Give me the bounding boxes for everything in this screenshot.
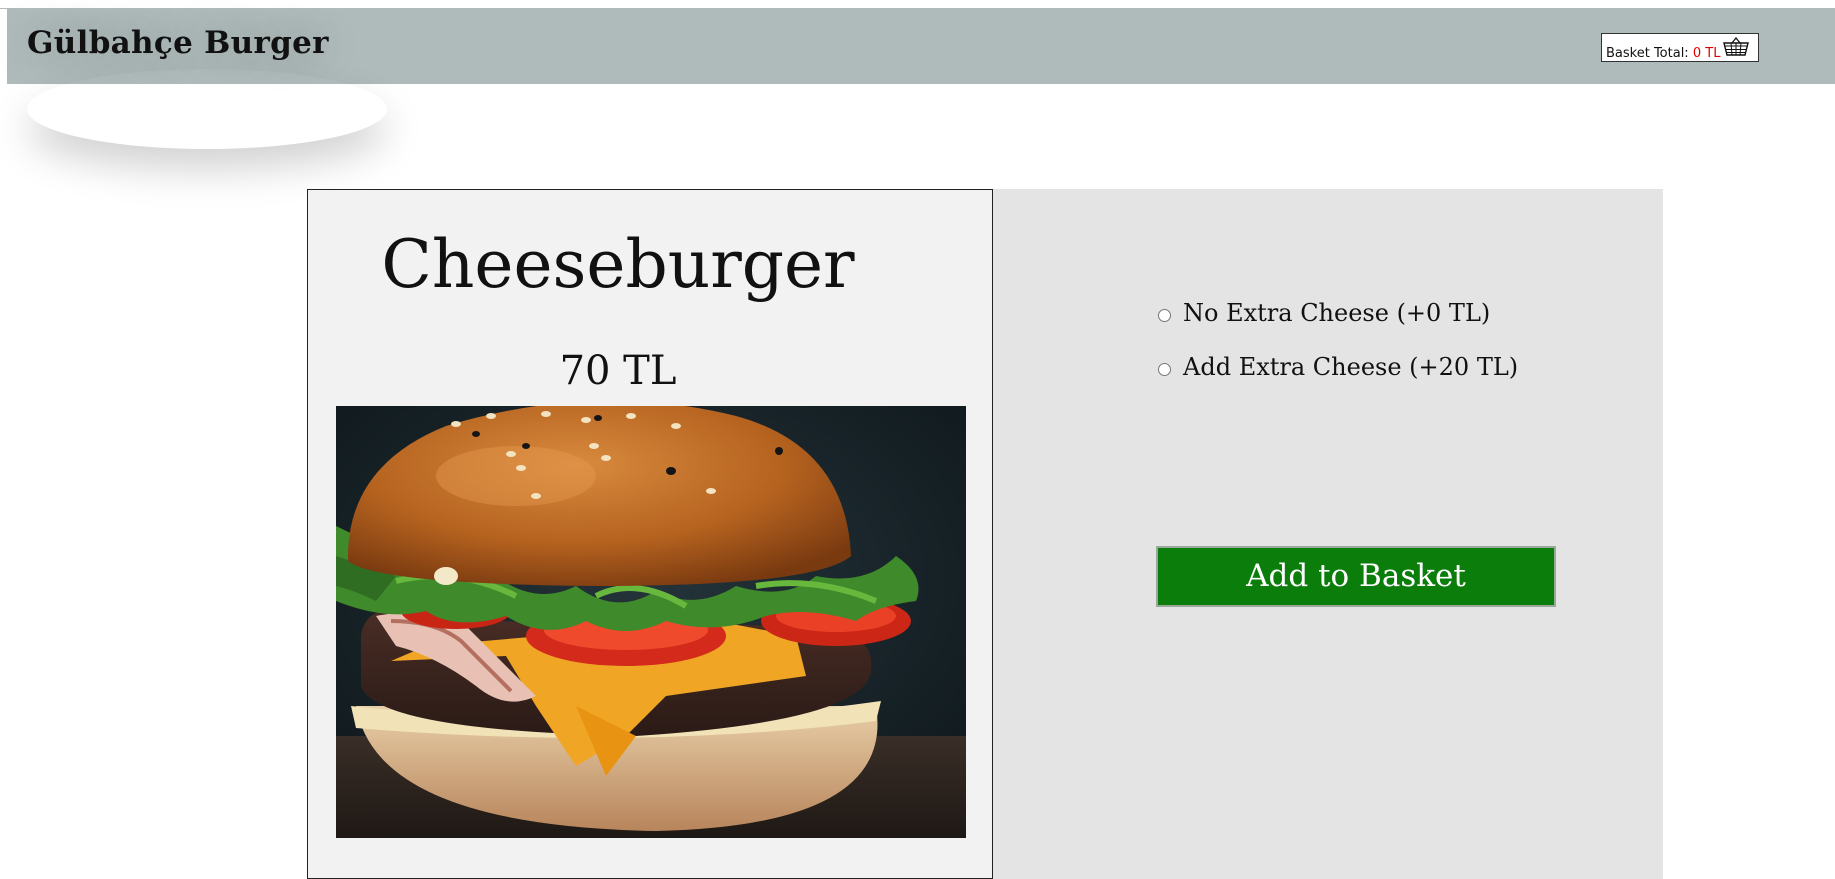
- top-strip: [0, 0, 1835, 9]
- radio-add-extra-cheese[interactable]: [1158, 362, 1171, 376]
- basket-total-text: Basket Total:: [1606, 46, 1689, 61]
- option-no-extra-cheese[interactable]: No Extra Cheese (+0 TL): [1158, 299, 1490, 327]
- site-header: Gülbahçe Burger Basket Total: 0 TL: [7, 9, 1835, 84]
- product-price: 70 TL: [559, 348, 677, 394]
- basket-icon[interactable]: [1722, 37, 1750, 57]
- options-panel: No Extra Cheese (+0 TL) Add Extra Cheese…: [993, 189, 1663, 879]
- add-to-basket-button[interactable]: Add to Basket: [1156, 546, 1556, 607]
- basket-total-label: Basket Total: 0 TL: [1606, 46, 1720, 61]
- basket-total-amount: 0 TL: [1692, 46, 1721, 61]
- option-label-add-extra-cheese: Add Extra Cheese (+20 TL): [1183, 353, 1519, 381]
- site-brand[interactable]: Gülbahçe Burger: [27, 25, 329, 61]
- option-label-no-extra-cheese: No Extra Cheese (+0 TL): [1183, 299, 1491, 327]
- radio-no-extra-cheese[interactable]: [1158, 308, 1171, 322]
- basket-total-box[interactable]: Basket Total: 0 TL: [1601, 33, 1759, 62]
- product-title: Cheeseburger: [381, 226, 855, 303]
- product-card: Cheeseburger 70 TL: [307, 189, 993, 879]
- brand-glow: [27, 69, 387, 149]
- cheeseburger-photo: [336, 406, 966, 838]
- option-add-extra-cheese[interactable]: Add Extra Cheese (+20 TL): [1158, 353, 1518, 381]
